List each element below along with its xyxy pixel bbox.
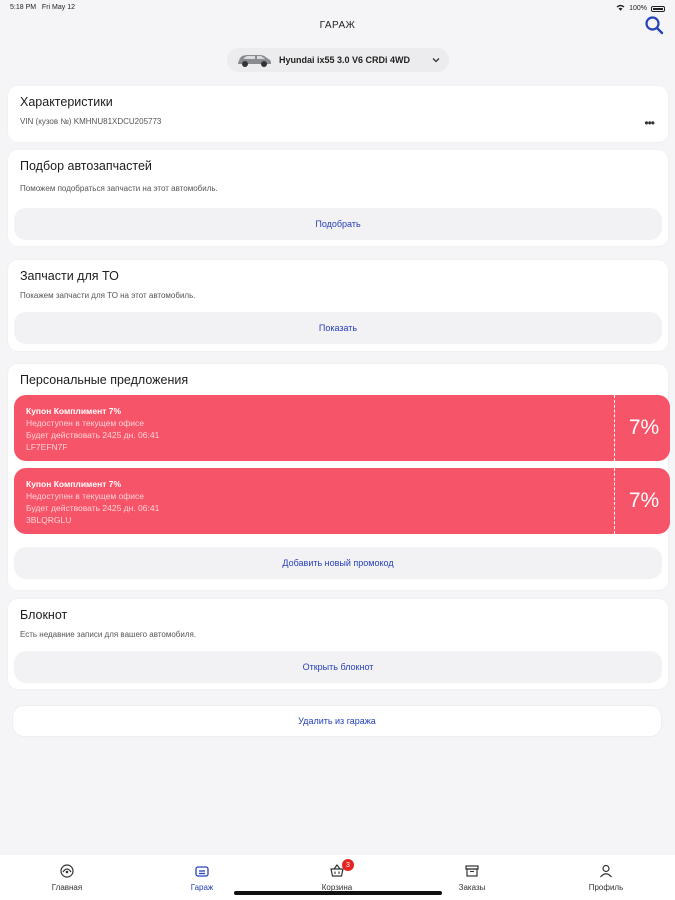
remove-from-garage-button[interactable]: Удалить из гаража bbox=[12, 705, 662, 737]
coupon-percent: 7% bbox=[628, 489, 660, 512]
garage-icon bbox=[195, 866, 209, 877]
cart-badge: 3 bbox=[342, 859, 354, 871]
coupon-divider bbox=[614, 468, 615, 534]
home-indicator bbox=[234, 891, 442, 895]
coupon-card[interactable]: Купон Комплимент 7% Недоступен в текущем… bbox=[14, 395, 670, 461]
select-parts-button[interactable]: Подобрать bbox=[14, 208, 662, 240]
add-promocode-button[interactable]: Добавить новый промокод bbox=[14, 547, 662, 579]
coupon-code: LF7EFN7F bbox=[26, 442, 68, 452]
personal-offers-card: Персональные предложения Купон Комплимен… bbox=[8, 364, 670, 590]
coupon-title: Купон Комплимент 7% bbox=[26, 406, 122, 416]
notebook-title: Блокнот bbox=[20, 608, 68, 622]
status-time-date: 5:18 PM Fri May 12 bbox=[10, 4, 75, 11]
home-icon bbox=[60, 864, 74, 878]
notebook-card: Блокнот Есть недавние записи для вашего … bbox=[8, 599, 668, 689]
chevron-down-icon bbox=[432, 58, 440, 63]
coupon-title: Купон Комплимент 7% bbox=[26, 479, 122, 489]
tab-orders[interactable]: Заказы bbox=[427, 863, 517, 892]
coupon-validity: Будет действовать 2425 дн. 06:41 bbox=[26, 503, 160, 513]
car-selector[interactable]: Hyundai ix55 3.0 V6 CRDi 4WD bbox=[227, 48, 449, 72]
parts-selection-title: Подбор автозапчастей bbox=[20, 159, 152, 173]
status-time: 5:18 PM bbox=[10, 4, 37, 11]
coupon-code: 3BLQRGLU bbox=[26, 515, 72, 525]
open-notebook-button[interactable]: Открыть блокнот bbox=[14, 651, 662, 683]
characteristics-title: Характеристики bbox=[20, 95, 113, 109]
coupon-card[interactable]: Купон Комплимент 7% Недоступен в текущем… bbox=[14, 468, 670, 534]
parts-selection-subtitle: Поможем подобраться запчасти на этот авт… bbox=[20, 184, 218, 193]
vin-text: VIN (кузов №) KMHNU81XDCU205773 bbox=[20, 117, 162, 126]
coupon-availability: Недоступен в текущем офисе bbox=[26, 491, 144, 501]
coupon-availability: Недоступен в текущем офисе bbox=[26, 418, 144, 428]
show-parts-button[interactable]: Показать bbox=[14, 312, 662, 344]
battery-percent: 100% bbox=[629, 5, 647, 12]
tab-garage[interactable]: Гараж bbox=[157, 863, 247, 892]
personal-offers-title: Персональные предложения bbox=[20, 373, 189, 387]
coupon-divider bbox=[614, 395, 615, 461]
tab-garage-label: Гараж bbox=[190, 883, 214, 892]
search-icon[interactable] bbox=[643, 14, 665, 36]
profile-icon bbox=[600, 864, 612, 878]
status-bar: 5:18 PM Fri May 12 100% bbox=[0, 0, 675, 16]
notebook-subtitle: Есть недавние записи для вашего автомоби… bbox=[20, 630, 197, 639]
parts-selection-card: Подбор автозапчастей Поможем подобраться… bbox=[8, 150, 668, 246]
tab-profile-label: Профиль bbox=[588, 883, 624, 892]
wifi-icon bbox=[616, 4, 625, 13]
tab-home-label: Главная bbox=[51, 883, 83, 892]
page-title: ГАРАЖ bbox=[319, 20, 356, 31]
maintenance-parts-title: Запчасти для ТО bbox=[20, 269, 119, 283]
maintenance-parts-card: Запчасти для ТО Покажем запчасти для ТО … bbox=[8, 260, 668, 351]
tab-home[interactable]: Главная bbox=[22, 863, 112, 892]
coupon-percent: 7% bbox=[628, 416, 660, 439]
maintenance-parts-subtitle: Покажем запчасти для ТО на этот автомоби… bbox=[20, 291, 196, 300]
tab-orders-label: Заказы bbox=[458, 883, 486, 892]
car-name: Hyundai ix55 3.0 V6 CRDi 4WD bbox=[279, 55, 411, 65]
status-date: Fri May 12 bbox=[41, 4, 75, 11]
status-right: 100% bbox=[616, 4, 665, 13]
more-options-icon[interactable]: ••• bbox=[644, 116, 655, 130]
tab-cart[interactable]: 3 Корзина bbox=[292, 859, 382, 892]
orders-icon bbox=[465, 865, 479, 877]
car-thumbnail-icon bbox=[238, 55, 271, 67]
characteristics-card[interactable]: Характеристики VIN (кузов №) KMHNU81XDCU… bbox=[8, 86, 668, 142]
tab-profile[interactable]: Профиль bbox=[561, 863, 651, 892]
coupon-validity: Будет действовать 2425 дн. 06:41 bbox=[26, 430, 160, 440]
battery-icon bbox=[651, 5, 665, 12]
